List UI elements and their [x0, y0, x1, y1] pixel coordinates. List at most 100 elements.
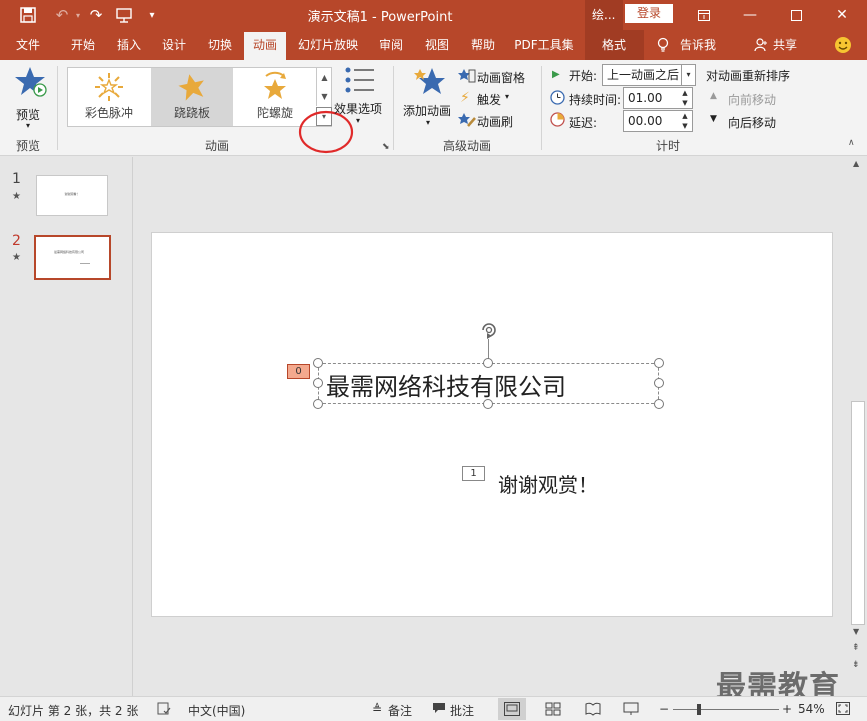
slide-count-status: 幻灯片 第 2 张，共 2 张 [8, 704, 139, 718]
animation-painter-button[interactable]: 动画刷 [458, 112, 528, 130]
delay-spin-icon[interactable]: ▲ ▼ [678, 111, 692, 131]
move-earlier-button[interactable]: ▲ 向前移动 [710, 90, 790, 108]
move-later-button[interactable]: ▼ 向后移动 [710, 113, 790, 131]
anim-color-pulse[interactable]: 彩色脉冲 [68, 68, 150, 126]
login-button[interactable]: 登录 [625, 4, 673, 23]
start-dropdown[interactable]: 上一动画之后 ▾ [602, 64, 696, 86]
title-bar: ↶ ▾ ↷ ▾ 演示文稿1 - PowerPoint 绘... 登录 — ✕ [0, 0, 867, 30]
preview-dropdown-icon[interactable]: ▾ [26, 121, 30, 130]
resize-handle-bc[interactable] [483, 399, 493, 409]
notes-button[interactable]: 备注 [388, 702, 412, 719]
slide-thumbnail-2[interactable]: 最需网络科技有限公司 [34, 235, 111, 280]
tab-transitions[interactable]: 切换 [198, 30, 242, 60]
effect-options-icon [344, 66, 376, 99]
delay-spinner[interactable]: 00.00 ▲ ▼ [623, 110, 693, 132]
tab-insert[interactable]: 插入 [108, 30, 150, 60]
slide-1-animation-star-icon: ★ [12, 191, 21, 202]
animation-order-marker-1[interactable]: 1 [462, 466, 485, 481]
tab-animations[interactable]: 动画 [244, 32, 286, 60]
duration-label: 持续时间: [569, 93, 622, 107]
share-person-icon[interactable] [752, 30, 770, 60]
lightbulb-icon[interactable] [654, 30, 672, 60]
anim-teeter[interactable]: 跷跷板 [151, 68, 233, 126]
animation-dialog-launcher-icon[interactable]: ⬊ [382, 142, 390, 152]
drawing-tools-label: 绘... [592, 8, 616, 22]
spellcheck-icon[interactable] [157, 702, 171, 718]
lightning-icon: ⚡ [460, 90, 470, 106]
group-label-advanced: 高级动画 [442, 139, 491, 153]
group-label-preview: 预览 [15, 139, 40, 153]
slide-canvas[interactable]: 最需网络科技有限公司 0 1 谢谢观赏！ [151, 232, 833, 617]
slide-thumbnail-1[interactable]: 谢谢观看！ [36, 175, 108, 216]
tab-home[interactable]: 开始 [58, 30, 108, 60]
tab-design[interactable]: 设计 [153, 30, 195, 60]
animation-gallery: 彩色脉冲 跷跷板 陀螺旋 ▲ ▼ ▾ [67, 67, 332, 127]
fit-to-window-icon[interactable] [836, 702, 850, 718]
zoom-in-icon[interactable]: + [782, 702, 792, 716]
normal-view-button[interactable] [498, 698, 526, 720]
zoom-slider[interactable] [673, 709, 779, 710]
reading-view-icon[interactable] [585, 702, 601, 719]
slide-sorter-icon[interactable] [545, 702, 561, 719]
maximize-icon[interactable] [773, 0, 819, 30]
resize-handle-mr[interactable] [654, 378, 664, 388]
zoom-out-icon[interactable]: − [659, 702, 669, 716]
title-text-box[interactable]: 最需网络科技有限公司 [318, 363, 659, 404]
effect-options-button[interactable]: 效果选项 ▾ [334, 66, 386, 126]
resize-handle-br[interactable] [654, 399, 664, 409]
add-animation-button[interactable]: 添加动画 ▾ [400, 66, 456, 128]
delay-label: 延迟: [569, 116, 598, 130]
tab-view[interactable]: 视图 [418, 30, 456, 60]
tell-me-search[interactable]: 告诉我 [676, 30, 720, 60]
tab-slideshow[interactable]: 幻灯片放映 [292, 30, 364, 60]
resize-handle-tr[interactable] [654, 358, 664, 368]
slide-number-2: 2 [12, 233, 21, 249]
animation-pane-button[interactable]: 动画窗格 [458, 68, 538, 86]
collapse-ribbon-icon[interactable]: ∧ [848, 138, 855, 148]
start-dropdown-arrow-icon[interactable]: ▾ [681, 65, 695, 85]
previous-slide-icon[interactable]: ⇞ [852, 643, 860, 653]
share-button[interactable]: 共享 [770, 30, 800, 60]
trigger-button[interactable]: ⚡ 触发 ▾ [458, 90, 528, 108]
preview-button[interactable]: 预览 ▾ [10, 66, 50, 130]
comments-button[interactable]: 批注 [450, 702, 474, 719]
gallery-scroll-down[interactable]: ▼ [316, 87, 332, 106]
resize-handle-tc[interactable] [483, 358, 493, 368]
ribbon-animations: 预览 ▾ 预览 彩色脉冲 跷跷板 陀螺旋 ▲ ▼ ▾ 效果选项 ▾ 动画 ⬊ 添… [0, 60, 867, 156]
scrollbar-thumb[interactable] [851, 401, 865, 625]
tab-help[interactable]: 帮助 [464, 30, 502, 60]
group-label-timing: 计时 [655, 139, 680, 153]
zoom-level[interactable]: 54% [798, 702, 825, 716]
close-icon[interactable]: ✕ [819, 0, 865, 30]
slide-title-text[interactable]: 最需网络科技有限公司 [326, 367, 566, 402]
animation-order-marker-0[interactable]: 0 [287, 364, 310, 379]
rotate-handle-icon[interactable] [477, 318, 501, 343]
slideshow-view-icon[interactable] [623, 702, 639, 719]
next-slide-icon[interactable]: ⇟ [852, 660, 860, 670]
tab-review[interactable]: 审阅 [372, 30, 410, 60]
add-animation-dropdown-icon: ▾ [426, 118, 431, 127]
zoom-slider-thumb[interactable] [697, 704, 701, 715]
tab-pdf-tools[interactable]: PDF工具集 [508, 30, 580, 60]
smiley-feedback-icon[interactable] [832, 30, 854, 60]
duration-spin-icon[interactable]: ▲ ▼ [678, 88, 692, 108]
language-status[interactable]: 中文(中国) [188, 702, 245, 719]
scroll-up-icon[interactable]: ▲ [853, 159, 859, 168]
slide-subtitle-text[interactable]: 谢谢观赏！ [498, 469, 598, 498]
delay-icon [550, 112, 565, 130]
tab-file[interactable]: 文件 [4, 30, 52, 60]
scroll-down-icon[interactable]: ▼ [853, 627, 859, 636]
vertical-scrollbar[interactable]: ▲ ▼ ⇞ ⇟ [849, 157, 867, 696]
teeter-icon [177, 72, 207, 105]
notes-icon: ≜ [372, 702, 383, 716]
resize-handle-ml[interactable] [313, 378, 323, 388]
resize-handle-tl[interactable] [313, 358, 323, 368]
ribbon-display-options-icon[interactable] [681, 0, 727, 30]
ribbon-tabs: 文件 开始 插入 设计 切换 动画 幻灯片放映 审阅 视图 帮助 PDF工具集 … [0, 30, 867, 60]
gallery-scroll-up[interactable]: ▲ [316, 68, 332, 87]
duration-spinner[interactable]: 01.00 ▲ ▼ [623, 87, 693, 109]
minimize-icon[interactable]: — [727, 0, 773, 30]
resize-handle-bl[interactable] [313, 399, 323, 409]
spin-icon [258, 70, 292, 107]
tab-format[interactable]: 格式 [590, 30, 638, 60]
